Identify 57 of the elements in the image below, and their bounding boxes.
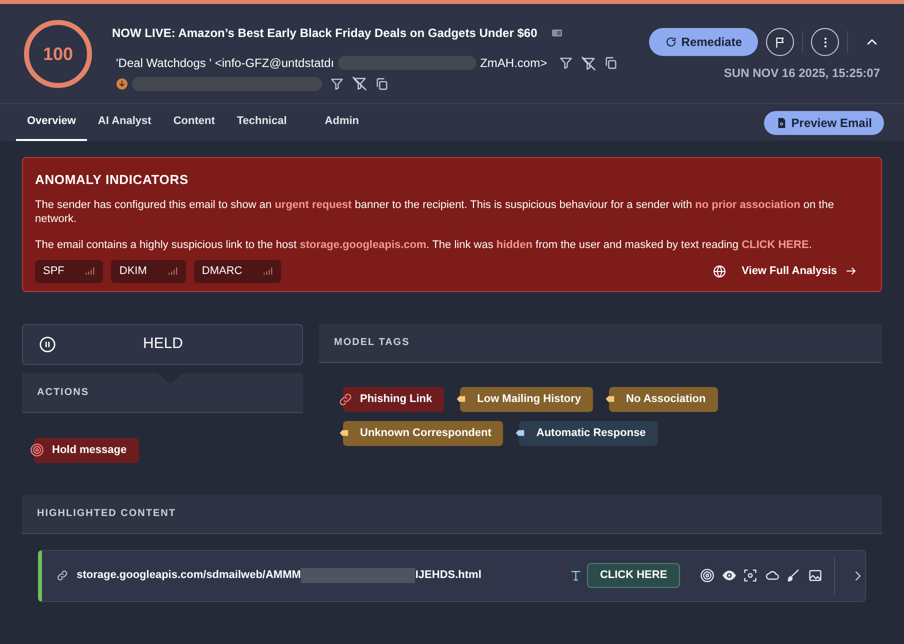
remediate-button[interactable]: Remediate	[649, 28, 758, 56]
filter-icon[interactable]	[330, 76, 344, 90]
tag-icon	[604, 394, 616, 404]
view-full-analysis-link[interactable]: View Full Analysis	[712, 262, 857, 280]
filter-off-icon[interactable]	[581, 56, 596, 70]
preview-email-button[interactable]: Preview Email	[764, 110, 884, 134]
filter-off-icon[interactable]	[352, 76, 367, 91]
anomaly-description: The email contains a highly suspicious link to the host storage.googleapis.com. The link was hidden from the user and masked by text reading CLICK HERE.	[35, 238, 813, 252]
image-icon[interactable]	[808, 568, 822, 583]
copy-icon[interactable]	[604, 56, 618, 70]
link-icon	[338, 392, 353, 406]
status-label: HELD	[143, 334, 184, 354]
flag-button[interactable]	[766, 28, 794, 56]
signal-icon	[166, 266, 178, 276]
eye-icon[interactable]	[722, 568, 736, 583]
tab[interactable]: Admin	[314, 104, 370, 141]
auth-check-badge: SPF	[35, 260, 104, 282]
target-icon	[30, 442, 44, 456]
flag-icon	[774, 36, 786, 48]
anomaly-description: The sender has configured this email to show an urgent request banner to the recipient. This is suspicious behaviour for a sender with no prior association on the network.	[35, 198, 835, 226]
text-icon	[569, 568, 583, 583]
scan-eye-icon[interactable]	[743, 568, 758, 583]
tab[interactable]: Technical	[226, 104, 298, 141]
tab[interactable]: Content	[162, 104, 226, 141]
filter-icon[interactable]	[559, 56, 574, 70]
document-icon	[776, 116, 788, 128]
brush-icon[interactable]	[786, 568, 801, 583]
auth-check-badge: DKIM	[111, 260, 186, 282]
date-time: SUN NOV 16 2025, 15:25:07	[724, 65, 880, 82]
more-button[interactable]	[811, 28, 839, 56]
tag-icon	[338, 428, 350, 438]
auth-check-badge: DMARC	[194, 260, 282, 282]
signal-icon	[262, 266, 274, 276]
signal-icon	[84, 266, 96, 276]
risk-score: 100	[24, 20, 92, 88]
refresh-icon	[665, 36, 678, 48]
copy-icon[interactable]	[375, 76, 389, 90]
link-icon	[56, 569, 69, 582]
section-title: MODEL TAGS	[334, 336, 410, 350]
tag-icon	[455, 394, 468, 404]
download-icon	[116, 78, 128, 90]
link-url: IJEHDS.html	[415, 568, 482, 584]
section-title: ACTIONS	[37, 386, 89, 400]
sender-address: 'Deal Watchdogs ' <info-GFZ@untdstatdı	[116, 55, 334, 72]
tab[interactable]: AI Analyst	[86, 104, 162, 141]
section-title: HIGHLIGHTED CONTENT	[37, 507, 176, 521]
tab[interactable]: Overview	[16, 104, 87, 141]
display-text-badge: CLICK HERE	[586, 563, 680, 588]
section-title: ANOMALY INDICATORS	[35, 171, 190, 189]
email-subject: NOW LIVE: Amazon’s Best Early Black Friday Deals on Gadgets Under $60	[112, 25, 538, 42]
pause-icon	[39, 336, 56, 352]
target-icon[interactable]	[700, 568, 715, 583]
link-url: storage.googleapis.com/sdmailweb/AMMM	[76, 568, 301, 584]
globe-icon	[712, 264, 726, 278]
arrow-right-icon	[845, 265, 857, 277]
sender-address: ZmAH.com>	[480, 55, 548, 72]
tag-icon	[514, 428, 526, 438]
